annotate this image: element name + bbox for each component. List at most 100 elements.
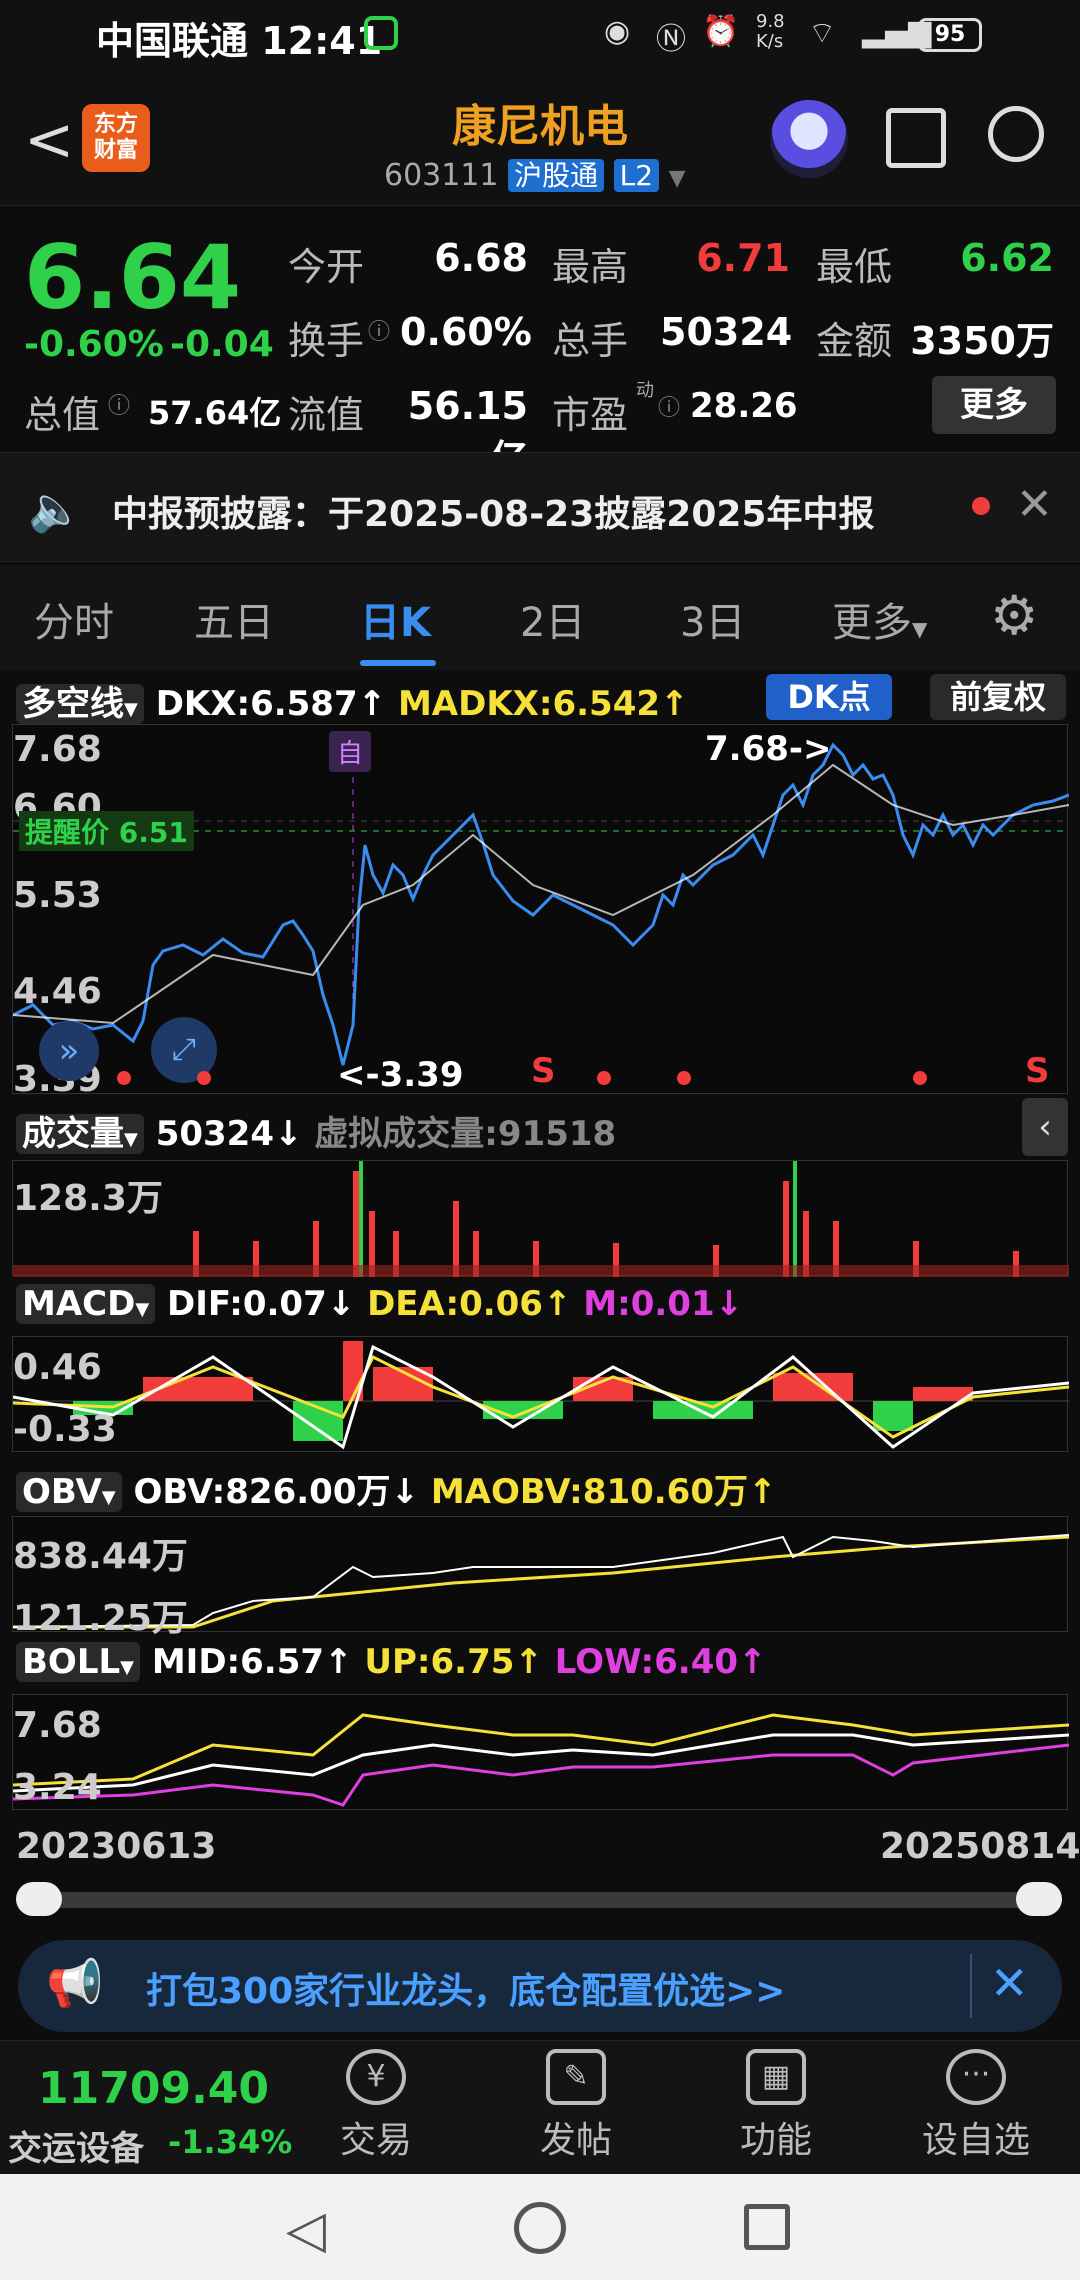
stock-code-line[interactable]: 603111 沪股通 L2 ▼ [384, 154, 686, 194]
pe-sup: 动 [636, 380, 654, 401]
close-icon[interactable]: ✕ [990, 1956, 1029, 2010]
volume-value: 50324 [660, 310, 793, 354]
share-icon[interactable] [886, 108, 946, 168]
nav-recents-icon[interactable] [744, 2204, 790, 2250]
tab-3day[interactable]: 3日 [680, 590, 745, 648]
macd-negative-bars [73, 1401, 913, 1441]
macd-panel: 0.46 -0.33 [12, 1336, 1069, 1452]
dk-point-button[interactable]: DK点 [766, 674, 892, 720]
indicator-select-dkx[interactable]: 多空线▼ [16, 684, 144, 724]
open-value: 6.68 [434, 236, 528, 280]
tab-2day[interactable]: 2日 [520, 590, 585, 648]
index-name[interactable]: 交运设备 [8, 2121, 144, 2170]
boll-panel: 7.68 3.24 [12, 1694, 1069, 1810]
nav-home-icon[interactable] [514, 2202, 566, 2254]
range-handle-left[interactable] [16, 1882, 62, 1916]
bottom-bar: 11709.40 交运设备 -1.34% ¥ 交易 ✎ 发帖 ▦ 功能 ··· … [0, 2040, 1080, 2174]
post-button[interactable]: ✎ 发帖 [516, 2049, 636, 2163]
search-icon[interactable] [988, 106, 1044, 162]
boll-chart [13, 1713, 1069, 1807]
range-end-date: 20250814 [880, 1826, 1080, 1867]
boll-y-top: 7.68 [13, 1705, 102, 1746]
dkx-legend: 多空线▼ DKX:6.587↑ MADKX:6.542↑ [16, 676, 689, 725]
y-tick-4: 4.46 [13, 971, 102, 1012]
y-tick-3: 5.53 [13, 875, 102, 916]
index-value[interactable]: 11709.40 [38, 2063, 269, 2114]
trade-button[interactable]: ¥ 交易 [316, 2049, 436, 2163]
amount-value: 3350万 [910, 319, 1054, 363]
gear-icon[interactable]: ⚙ [990, 584, 1038, 647]
price-line [13, 742, 1069, 1066]
tab-daily-k[interactable]: 日K [360, 590, 431, 648]
adjust-button[interactable]: 前复权 [930, 674, 1066, 720]
change-percent: -0.60% [24, 324, 164, 365]
volume-up-bars [193, 1171, 1019, 1277]
notice-bar[interactable]: 🔈 中报预披露：于2025-08-23披露2025年中报 ✕ [0, 452, 1080, 562]
megaphone-icon: 📢 [46, 1956, 104, 2010]
low-label: 最低 [816, 245, 893, 289]
volume-down-bars [359, 1161, 797, 1277]
indicator-select-volume[interactable]: 成交量▼ [16, 1114, 144, 1154]
high-value: 6.71 [696, 236, 790, 280]
signal-dot [597, 1071, 611, 1085]
alert-price-label[interactable]: 提醒价 6.51 [19, 811, 194, 851]
pe-label: 市盈 [552, 393, 629, 437]
notice-text: 中报预披露：于2025-08-23披露2025年中报 [112, 494, 875, 535]
y-tick-1: 7.68 [13, 729, 102, 770]
hgt-badge: 沪股通 [508, 159, 605, 192]
stock-header: < 东方 财富 康尼机电 603111 沪股通 L2 ▼ [0, 72, 1080, 206]
macd-chart [13, 1341, 1069, 1450]
indicator-select-macd[interactable]: MACD▼ [16, 1284, 156, 1324]
boll-legend: BOLL▼ MID:6.57↑ UP:6.75↑ LOW:6.40↑ [16, 1642, 767, 1682]
obv-panel: 838.44万 121.25万 [12, 1516, 1069, 1639]
tab-intraday[interactable]: 分时 [34, 590, 114, 648]
float-label: 流值 [288, 393, 365, 437]
range-handle-right[interactable] [1016, 1882, 1062, 1916]
info-icon[interactable]: ⓘ [368, 314, 390, 346]
signal-dot [197, 1071, 211, 1085]
obv-legend: OBV▼ OBV:826.00万↓ MAOBV:810.60万↑ [16, 1464, 776, 1513]
self-select-tag: 自 [329, 731, 372, 772]
close-icon[interactable]: ✕ [1016, 479, 1053, 530]
open-label: 今开 [288, 245, 365, 289]
boll-y-bottom: 3.24 [13, 1767, 102, 1808]
function-button[interactable]: ▦ 功能 [716, 2049, 836, 2163]
alarm-icon: ⏰ [702, 14, 740, 49]
nfc-icon: Ⓝ [656, 22, 686, 57]
kline-panel[interactable]: 7.68 6.60 5.53 4.46 3.39 提醒价 6.51 自 7.68… [12, 724, 1069, 1100]
nav-back-icon[interactable]: ◁ [286, 2200, 326, 2260]
info-icon[interactable]: ⓘ [108, 388, 130, 420]
tab-more[interactable]: 更多▼ [832, 590, 927, 648]
more-button[interactable]: 更多 [932, 376, 1056, 434]
wifi-icon: ⌔ [808, 16, 837, 51]
assistant-robot-icon[interactable] [770, 100, 848, 178]
obv-y-bottom: 121.25万 [13, 1598, 188, 1639]
volume-baseline-bars [13, 1265, 1069, 1277]
battery-icon: 95 [918, 18, 982, 52]
current-price: 6.64 [24, 226, 242, 329]
signal-dot [677, 1071, 691, 1085]
system-nav-bar: ◁ [0, 2174, 1080, 2280]
info-icon[interactable]: ⓘ [658, 390, 680, 422]
pe-value: 28.26 [690, 386, 798, 426]
volume-legend: 成交量▼ 50324↓ 虚拟成交量:91518 [16, 1106, 616, 1155]
sell-mark: S [531, 1051, 556, 1091]
signal-dot [117, 1071, 131, 1085]
expand-left-icon[interactable]: » [39, 1021, 99, 1081]
ad-banner[interactable]: 📢 打包300家行业龙头，底仓配置优选>> ✕ [18, 1940, 1062, 2032]
active-tab-indicator [360, 660, 436, 666]
low-value: 6.62 [960, 236, 1054, 280]
tab-5day[interactable]: 五日 [194, 590, 274, 648]
level-badge: L2 [613, 159, 660, 192]
range-scrollbar[interactable] [18, 1892, 1062, 1908]
macd-legend: MACD▼ DIF:0.07↓ DEA:0.06↑ M:0.01↓ [16, 1284, 743, 1324]
unread-dot [972, 497, 990, 515]
indicator-select-boll[interactable]: BOLL▼ [16, 1642, 140, 1682]
add-watchlist-button[interactable]: ··· 设自选 [916, 2049, 1036, 2163]
yen-icon: ¥ [346, 2049, 406, 2105]
period-tabs: 分时 五日 日K 2日 3日 更多▼ ⚙ [0, 566, 1080, 670]
chevron-left-icon[interactable]: ‹ [1022, 1098, 1068, 1156]
turnover-value: 0.60% [400, 310, 532, 354]
stock-code: 603111 [384, 158, 499, 193]
indicator-select-obv[interactable]: OBV▼ [16, 1472, 122, 1512]
